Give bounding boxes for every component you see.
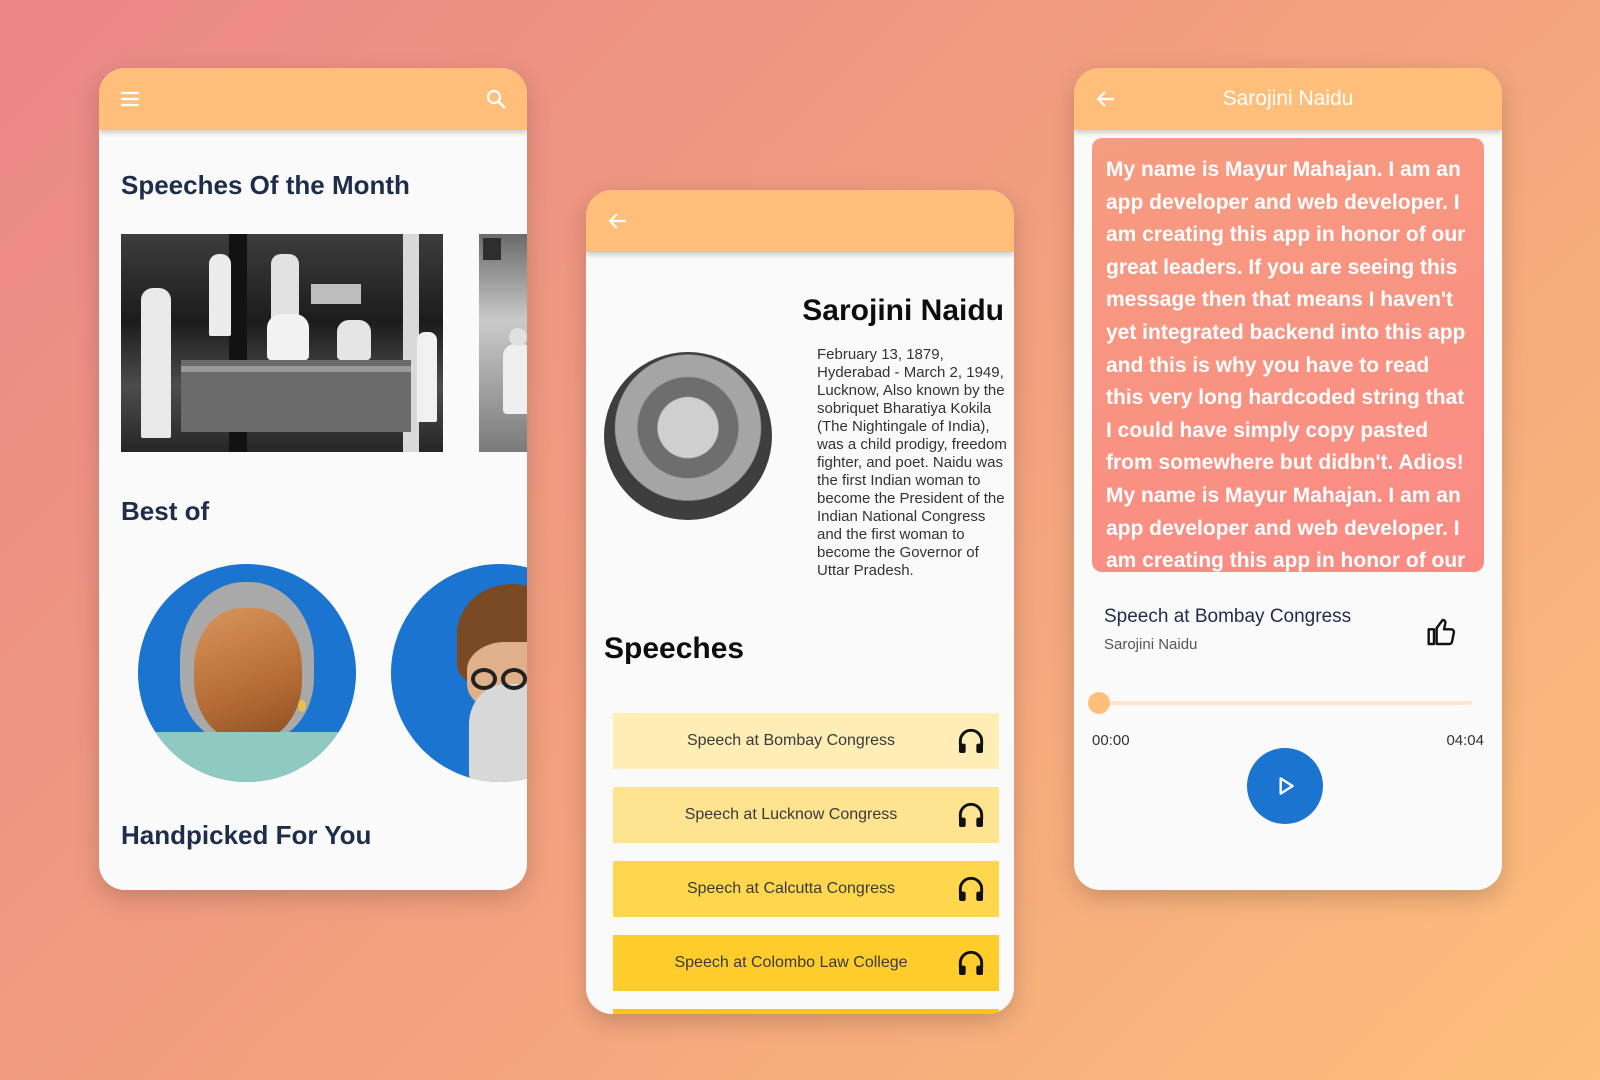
speech-label: Speech at Colombo Law College <box>674 954 908 971</box>
leader-bio: February 13, 1879, Hyderabad - March 2, … <box>817 346 1007 579</box>
section-title-handpicked: Handpicked For You <box>121 820 372 850</box>
speech-item-partial[interactable] <box>613 1009 999 1014</box>
headphones-icon <box>955 799 987 831</box>
detail-appbar <box>586 190 1014 252</box>
detail-screen: Sarojini Naidu February 13, 1879, Hydera… <box>586 190 1014 1014</box>
time-total: 04:04 <box>1446 732 1484 749</box>
speech-item-colombo[interactable]: Speech at Colombo Law College <box>613 935 999 991</box>
section-title-month: Speeches Of the Month <box>121 170 410 200</box>
arrow-back-icon[interactable] <box>606 209 630 233</box>
player-screen: Sarojini Naidu My name is Mayur Mahajan.… <box>1074 68 1502 890</box>
speech-label: Speech at Calcutta Congress <box>686 880 896 897</box>
player-title: Sarojini Naidu <box>1222 87 1354 110</box>
home-appbar <box>99 68 527 130</box>
time-current: 00:00 <box>1092 732 1130 749</box>
message-text: My name is Mayur Mahajan. I am an app de… <box>1106 158 1466 572</box>
thumb-up-icon[interactable] <box>1426 616 1458 648</box>
headphones-icon <box>955 725 987 757</box>
progress-slider-thumb[interactable] <box>1088 692 1110 714</box>
play-button[interactable] <box>1247 748 1323 824</box>
speech-item-bombay[interactable]: Speech at Bombay Congress <box>613 713 999 769</box>
leader-portrait-circle[interactable] <box>138 564 356 782</box>
section-title-best: Best of <box>121 496 210 526</box>
speech-item-lucknow[interactable]: Speech at Lucknow Congress <box>613 787 999 843</box>
headphones-icon <box>955 873 987 905</box>
search-icon[interactable] <box>484 87 508 111</box>
home-screen: Speeches Of the Month Best of Handpicked <box>99 68 527 890</box>
headphones-icon <box>955 947 987 979</box>
speech-item-calcutta[interactable]: Speech at Calcutta Congress <box>613 861 999 917</box>
progress-slider[interactable] <box>1100 701 1472 705</box>
leader-name: Sarojini Naidu <box>802 294 1004 327</box>
speech-label: Speech at Lucknow Congress <box>684 806 898 823</box>
message-box[interactable]: My name is Mayur Mahajan. I am an app de… <box>1092 138 1484 572</box>
player-appbar: Sarojini Naidu <box>1074 68 1502 130</box>
speeches-title: Speeches <box>604 632 745 665</box>
speech-label: Speech at Bombay Congress <box>686 732 896 749</box>
leader-portrait <box>604 352 772 520</box>
track-artist: Sarojini Naidu <box>1104 636 1198 653</box>
play-icon <box>1272 773 1298 799</box>
menu-icon[interactable] <box>118 87 142 111</box>
leader-portrait-circle-partial[interactable] <box>391 564 527 782</box>
speech-photo-card[interactable] <box>121 234 443 452</box>
speech-photo-card-partial[interactable] <box>479 234 527 452</box>
track-title: Speech at Bombay Congress <box>1104 606 1352 627</box>
arrow-back-icon[interactable] <box>1094 87 1118 111</box>
